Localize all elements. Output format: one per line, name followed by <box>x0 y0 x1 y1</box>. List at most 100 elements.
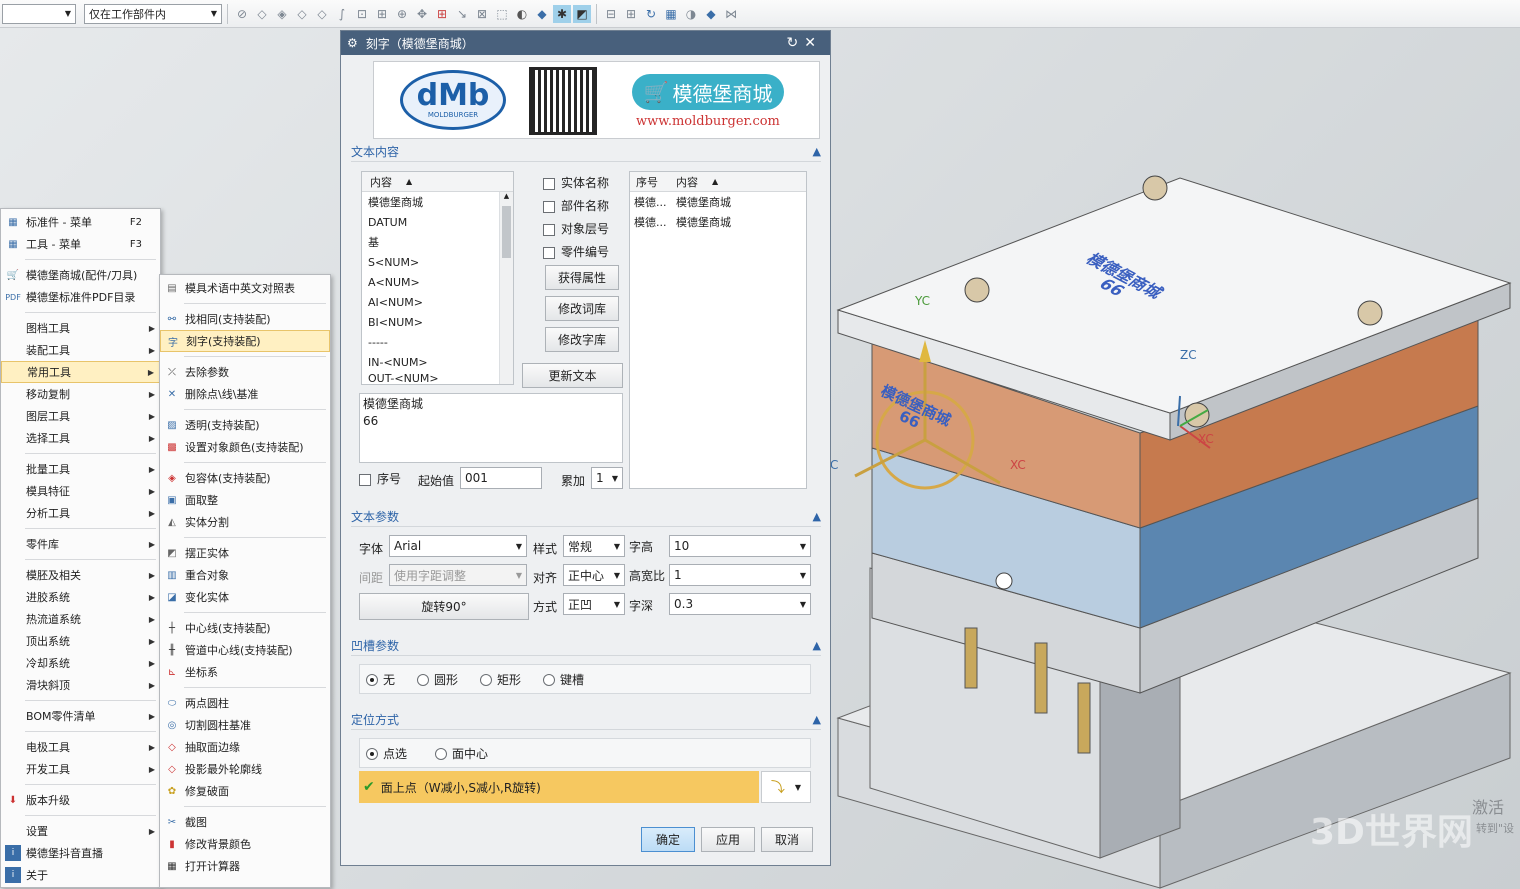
edit-font-lib-button[interactable]: 修改字库 <box>545 327 619 352</box>
groove-none-radio[interactable]: 无 <box>366 671 395 688</box>
checkbox-part-name[interactable]: 部件名称 <box>543 197 609 220</box>
position-pick-radio[interactable]: 点选 <box>366 745 407 762</box>
align-select[interactable]: 正中心 ▼ <box>563 564 625 586</box>
table-row[interactable]: 模德... 模德堡商城 <box>630 212 806 232</box>
mode-select[interactable]: 正凹 ▼ <box>563 593 625 615</box>
point-type-button[interactable]: ⤵ ▼ <box>761 771 811 803</box>
submenu-item-project-outline[interactable]: ◇ 投影最外轮廓线 <box>160 758 330 780</box>
submenu-item-csys[interactable]: ⊾ 坐标系 <box>160 661 330 683</box>
arrow-icon[interactable]: ↘ <box>453 5 471 23</box>
checkbox-layer[interactable]: 对象层号 <box>543 220 609 243</box>
fit-icon[interactable]: ⊞ <box>622 5 640 23</box>
cancel-button[interactable]: 取消 <box>761 827 813 852</box>
submenu-item-two-point-cyl[interactable]: ⬭ 两点圆柱 <box>160 692 330 714</box>
table-row[interactable]: 模德... 模德堡商城 <box>630 192 806 212</box>
close-icon[interactable]: ✕ <box>804 35 822 51</box>
lock-icon[interactable]: ⊠ <box>473 5 491 23</box>
submenu-item-transparent[interactable]: ▨ 透明(支持装配) <box>160 414 330 436</box>
filter-combo[interactable]: ▼ <box>2 3 76 24</box>
groove-key-radio[interactable]: 键槽 <box>543 671 584 688</box>
menu-item-standard[interactable]: ▦ 标准件 - 菜单 F2 <box>1 211 160 233</box>
update-text-button[interactable]: 更新文本 <box>522 363 623 388</box>
submenu-item-centerline[interactable]: ┼ 中心线(支持装配) <box>160 617 330 639</box>
submenu-item-face-round[interactable]: ▣ 面取整 <box>160 489 330 511</box>
submenu-item-calculator[interactable]: ▦ 打开计算器 <box>160 855 330 877</box>
list-item[interactable]: 模德堡商城 <box>362 192 513 212</box>
box-select-icon[interactable]: ⬚ <box>493 5 511 23</box>
text-input-area[interactable]: 模德堡商城 66 <box>359 393 623 463</box>
position-face-center-radio[interactable]: 面中心 <box>435 745 488 762</box>
submenu-item-remove-params[interactable]: ⤫ 去除参数 <box>160 361 330 383</box>
zoom-icon[interactable]: ⊟ <box>602 5 620 23</box>
feature-icon[interactable]: ⊞ <box>373 5 391 23</box>
list-item[interactable]: AI<NUM> <box>362 292 513 312</box>
submenu-item-object-color[interactable]: ▩ 设置对象颜色(支持装配) <box>160 436 330 458</box>
menu-item-pdf[interactable]: PDF 模德堡标准件PDF目录 <box>1 286 160 308</box>
menu-item-common[interactable]: 常用工具 ▶ <box>1 361 160 383</box>
submenu-item-repair[interactable]: ✿ 修复破面 <box>160 780 330 802</box>
submenu-item-bounding-body[interactable]: ◈ 包容体(支持装配) <box>160 467 330 489</box>
body-icon[interactable]: ◇ <box>293 5 311 23</box>
menu-item-bom[interactable]: BOM零件清单 ▶ <box>1 705 160 727</box>
snap-icon[interactable]: ⊡ <box>353 5 371 23</box>
char-height-select[interactable]: 10 ▼ <box>669 535 811 557</box>
list-item[interactable]: OUT-<NUM> <box>362 372 513 384</box>
submenu-item-bg-color[interactable]: ▮ 修改背景颜色 <box>160 833 330 855</box>
scope-combo[interactable]: 仅在工作部件内 ▼ <box>84 3 222 24</box>
ok-button[interactable]: 确定 <box>641 827 695 852</box>
list-item[interactable]: S<NUM> <box>362 252 513 272</box>
menu-item-cooling[interactable]: 冷却系统 ▶ <box>1 652 160 674</box>
menu-item-assembly[interactable]: 装配工具 ▶ <box>1 339 160 361</box>
submenu-item-align-body[interactable]: ◩ 摆正实体 <box>160 542 330 564</box>
apply-button[interactable]: 应用 <box>701 827 755 852</box>
sheet-icon[interactable]: ◇ <box>313 5 331 23</box>
shop-banner[interactable]: dMb MOLDBURGER 🛒 模德堡商城 www.moldburger.com <box>373 61 820 139</box>
section-position[interactable]: 定位方式 ▲ <box>351 710 821 730</box>
point-icon[interactable]: ⊞ <box>433 5 451 23</box>
checkbox-part-number[interactable]: 零件编号 <box>543 243 609 266</box>
get-attributes-button[interactable]: 获得属性 <box>545 265 619 290</box>
style-select[interactable]: 常规 ▼ <box>563 535 625 557</box>
scroll-thumb[interactable] <box>502 206 511 258</box>
menu-item-dev[interactable]: 开发工具 ▶ <box>1 758 160 780</box>
rotate-90-button[interactable]: 旋转90° <box>359 593 529 620</box>
font-select[interactable]: Arial ▼ <box>389 535 527 557</box>
cube-icon[interactable]: ◆ <box>533 5 551 23</box>
lexicon-list-header[interactable]: 内容 ▲ <box>362 172 513 192</box>
curve-icon[interactable]: ∫ <box>333 5 351 23</box>
menu-item-live[interactable]: i 模德堡抖音直播 <box>1 842 160 864</box>
face-icon[interactable]: ◈ <box>273 5 291 23</box>
list-item[interactable]: A<NUM> <box>362 272 513 292</box>
render-icon[interactable]: ◑ <box>682 5 700 23</box>
sequence-checkbox[interactable]: 序号 <box>359 470 401 487</box>
layout-icon[interactable]: ▦ <box>662 5 680 23</box>
measure-icon[interactable]: ⋈ <box>722 5 740 23</box>
solid-icon[interactable]: ◇ <box>253 5 271 23</box>
aspect-ratio-select[interactable]: 1 ▼ <box>669 564 811 586</box>
menu-item-layer[interactable]: 图层工具 ▶ <box>1 405 160 427</box>
menu-item-select[interactable]: 选择工具 ▶ <box>1 427 160 449</box>
part-icon[interactable]: ◆ <box>702 5 720 23</box>
menu-item-parts-lib[interactable]: 零件库 ▶ <box>1 533 160 555</box>
menu-item-hot-runner[interactable]: 热流道系统 ▶ <box>1 608 160 630</box>
list-item[interactable]: IN-<NUM> <box>362 352 513 372</box>
menu-item-slider[interactable]: 滑块斜顶 ▶ <box>1 674 160 696</box>
menu-item-settings[interactable]: 设置 ▶ <box>1 820 160 842</box>
depth-select[interactable]: 0.3 ▼ <box>669 593 811 615</box>
menu-item-move-copy[interactable]: 移动复制 ▶ <box>1 383 160 405</box>
menu-item-drawing[interactable]: 图档工具 ▶ <box>1 317 160 339</box>
menu-item-ejection[interactable]: 顶出系统 ▶ <box>1 630 160 652</box>
menu-item-tools[interactable]: ▦ 工具 - 菜单 F3 <box>1 233 160 255</box>
no-select-icon[interactable]: ⊘ <box>233 5 251 23</box>
submenu-item-extract-edge[interactable]: ◇ 抽取面边缘 <box>160 736 330 758</box>
reset-icon[interactable]: ↻ <box>787 35 805 51</box>
list-item[interactable]: BI<NUM> <box>362 312 513 332</box>
menu-item-about[interactable]: i 关于 <box>1 864 160 886</box>
submenu-item-coincident[interactable]: ▥ 重合对象 <box>160 564 330 586</box>
submenu-item-delete-datum[interactable]: ✕ 删除点\线\基准 <box>160 383 330 405</box>
section-groove-params[interactable]: 凹槽参数 ▲ <box>351 636 821 656</box>
start-value-input[interactable]: 001 <box>460 467 542 489</box>
move-icon[interactable]: ✥ <box>413 5 431 23</box>
menu-item-mold-feature[interactable]: 模具特征 ▶ <box>1 480 160 502</box>
groove-round-radio[interactable]: 圆形 <box>417 671 458 688</box>
